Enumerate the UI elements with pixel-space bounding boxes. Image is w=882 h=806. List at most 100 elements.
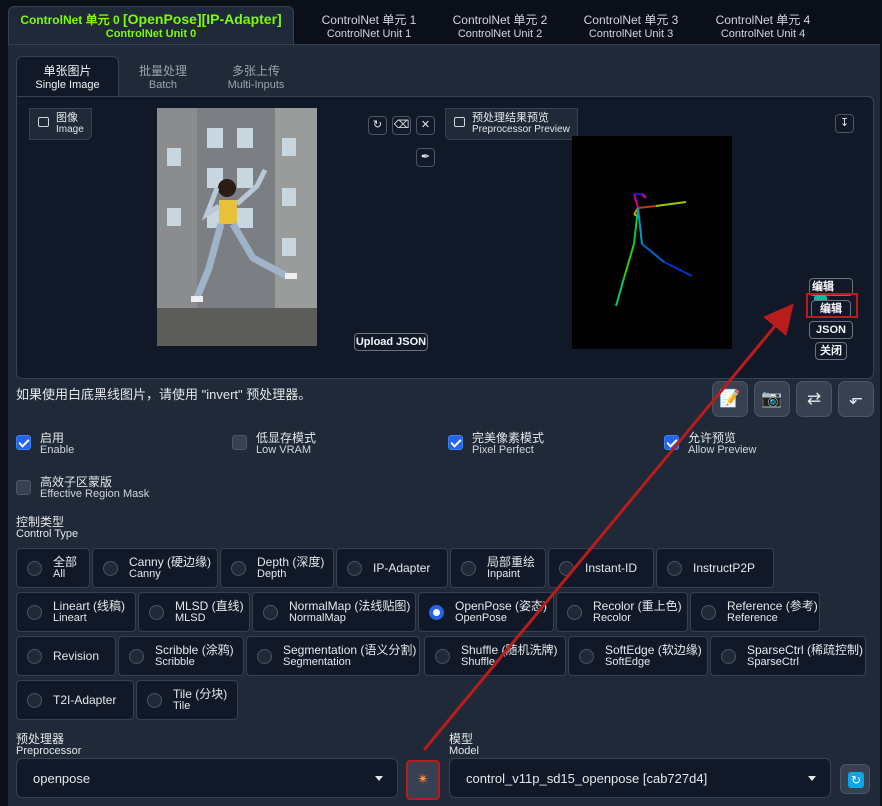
control-type-option-label: Tile (分块) [173,687,228,701]
radio-dot [27,605,42,620]
control-type-option-label: InstructP2P [693,561,756,575]
control-type-inpaint[interactable]: 局部重绘 Inpaint [450,548,546,588]
pixel-perfect-label-line2: Pixel Perfect [472,444,534,456]
edit-highlight-box [806,293,858,318]
json-button[interactable]: JSON [809,321,853,339]
tab-multi-inputs-line1: 多张上传 [231,63,280,78]
control-type-instant-id[interactable]: Instant-ID [548,548,654,588]
control-type-option-sublabel: All [53,568,66,580]
allow-preview-label-line1: 允许预览 [688,431,737,445]
preprocessor-preview-image [572,136,732,349]
radio-dot [231,561,246,576]
close-preview-button[interactable]: 关闭 [815,342,847,360]
control-type-mlsd[interactable]: MLSD (直线) MLSD [138,592,250,632]
control-type-option-sublabel: Canny [129,568,161,580]
upload-json-button[interactable]: Upload JSON [354,333,428,351]
tab-batch[interactable]: 批量处理 Batch [119,56,207,96]
send-icon[interactable]: ⬐ [838,381,874,417]
rotate-icon[interactable]: ↻ [368,116,387,135]
radio-dot [147,693,162,708]
tab-unit-3-line1: ControlNet 单元 3 [583,12,679,27]
tab-multi-inputs-line2: Multi-Inputs [227,78,285,91]
tab-unit-0-line1: ControlNet 单元 0 [20,13,120,27]
explosion-icon[interactable]: ✴ [406,760,440,800]
preprocessor-label-line1: 预处理器 [16,732,65,746]
tab-unit-4-line2: ControlNet Unit 4 [720,27,806,40]
tab-controlnet-unit-4[interactable]: ControlNet 单元 4 ControlNet Unit 4 [704,6,822,44]
control-type-segmentation[interactable]: Segmentation (语义分割) Segmentation [246,636,420,676]
allow-preview-label-line2: Allow Preview [688,444,757,456]
control-type-option-label: Scribble (涂鸦) [155,643,234,657]
control-type-recolor[interactable]: Recolor (重上色) Recolor [556,592,688,632]
low-vram-checkbox[interactable] [232,435,247,450]
swap-icon[interactable]: ⇄ [796,381,832,417]
tab-single-image[interactable]: 单张图片 Single Image [16,56,119,96]
input-image[interactable] [157,108,317,346]
control-type-option-label: Canny (硬边缘) [129,555,212,569]
control-type-option-label: MLSD (直线) [175,599,244,613]
control-type-scribble[interactable]: Scribble (涂鸦) Scribble [118,636,244,676]
radio-dot [149,605,164,620]
tab-unit-2-line1: ControlNet 单元 2 [452,12,548,27]
tab-single-image-line2: Single Image [35,79,100,91]
control-type-openpose[interactable]: OpenPose (姿态) OpenPose [418,592,554,632]
control-type-reference[interactable]: Reference (参考) Reference [690,592,820,632]
control-type-instructp2p[interactable]: InstructP2P [656,548,774,588]
radio-dot [129,649,144,664]
close-icon[interactable]: ✕ [416,116,435,135]
control-type-option-label: Segmentation (语义分割) [283,643,417,657]
tab-controlnet-unit-2[interactable]: ControlNet 单元 2 ControlNet Unit 2 [441,6,559,44]
control-type-sparsectrl[interactable]: SparseCtrl (稀疏控制) SparseCtrl [710,636,866,676]
control-type-softedge[interactable]: SoftEdge (软边缘) SoftEdge [568,636,708,676]
preview-label-line1: 预处理结果预览 [472,112,549,124]
tab-unit-1-line1: ControlNet 单元 1 [321,12,417,27]
control-type-option-label: NormalMap (法线贴图) [289,599,411,613]
eraser-icon[interactable]: ⌫ [392,116,411,135]
model-select[interactable]: control_v11p_sd15_openpose [cab727d4] [449,758,831,798]
control-type-option-sublabel: Shuffle [461,656,496,668]
control-type-lineart[interactable]: Lineart (线稿) Lineart [16,592,136,632]
control-type-t2i-adapter[interactable]: T2I-Adapter [16,680,134,720]
control-type-option-sublabel: SparseCtrl [747,656,799,668]
effective-region-mask-label-line1: 高效子区蒙版 [40,475,113,489]
tab-multi-inputs[interactable]: 多张上传 Multi-Inputs [211,56,301,96]
control-type-option-sublabel: Recolor [593,612,631,624]
preprocessor-select[interactable]: openpose [16,758,398,798]
pixel-perfect-label-line1: 完美像素模式 [472,431,545,445]
tab-controlnet-unit-1[interactable]: ControlNet 单元 1 ControlNet Unit 1 [310,6,428,44]
refresh-icon[interactable]: ↻ [840,764,870,794]
effective-region-mask-checkbox[interactable] [16,480,31,495]
image-icon [38,117,49,127]
camera-icon[interactable]: 📷 [754,381,790,417]
chevron-down-icon [375,776,383,781]
download-icon[interactable]: ↧ [835,114,854,133]
control-type-depth[interactable]: Depth (深度) Depth [220,548,334,588]
tab-unit-4-line1: ControlNet 单元 4 [715,12,811,27]
control-type-option-sublabel: Segmentation [283,656,351,668]
control-type-revision[interactable]: Revision [16,636,116,676]
control-type-shuffle[interactable]: Shuffle (随机洗牌) Shuffle [424,636,566,676]
chevron-down-icon [808,776,816,781]
brush-icon[interactable]: ✒ [416,148,435,167]
control-type-tile[interactable]: Tile (分块) Tile [136,680,238,720]
control-type-canny[interactable]: Canny (硬边缘) Canny [92,548,218,588]
allow-preview-checkbox[interactable] [664,435,679,450]
control-type-ip-adapter[interactable]: IP-Adapter [336,548,448,588]
preprocessor-value: openpose [33,771,91,786]
openpose-skeleton [615,193,693,307]
control-type-option-label: Shuffle (随机洗牌) [461,643,558,657]
tab-controlnet-unit-0[interactable]: ControlNet 单元 0 [OpenPose][IP-Adapter] C… [8,6,294,44]
tab-controlnet-unit-3[interactable]: ControlNet 单元 3 ControlNet Unit 3 [572,6,690,44]
control-type-normalmap[interactable]: NormalMap (法线贴图) NormalMap [252,592,416,632]
control-type-option-sublabel: OpenPose [455,612,507,624]
enable-checkbox[interactable] [16,435,31,450]
control-type-option-sublabel: Depth [257,568,287,580]
control-type-option-label: Recolor (重上色) [593,599,682,613]
control-type-option-label: Revision [53,649,100,663]
radio-dot [429,605,444,620]
image-label-line2: Image [56,124,84,135]
pixel-perfect-checkbox[interactable] [448,435,463,450]
control-type-all[interactable]: 全部 All [16,548,90,588]
radio-dot [263,605,278,620]
document-icon[interactable]: 📝 [712,381,748,417]
